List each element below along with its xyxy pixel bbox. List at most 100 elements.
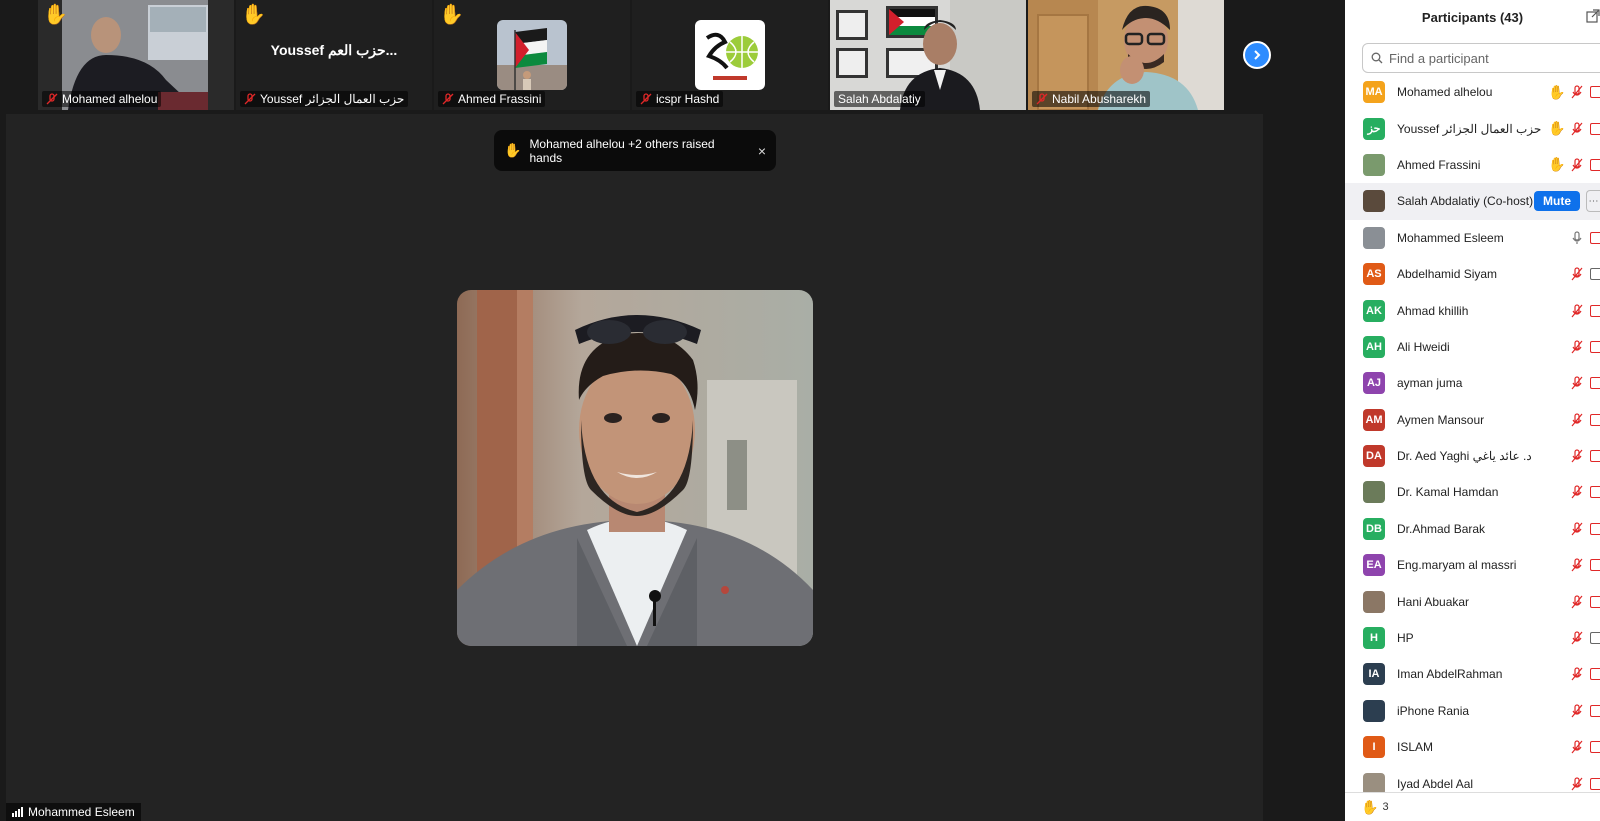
- participant-name: Eng.maryam al massri: [1397, 558, 1517, 573]
- mic-muted-icon: [1571, 631, 1583, 645]
- mic-muted-icon: [1571, 413, 1583, 427]
- participant-controls: [1570, 474, 1600, 510]
- video-off-icon: [1590, 704, 1600, 717]
- participant-name: Mohammed Esleem: [1397, 230, 1504, 245]
- next-page-button[interactable]: [1243, 41, 1271, 69]
- participant-controls: [1570, 693, 1600, 729]
- mute-button[interactable]: Mute: [1534, 191, 1580, 212]
- thumbnail-strip: ✋ Mohamed alhelou ✋ Youssef حزب العم... …: [38, 0, 1230, 110]
- avatar: AS: [1363, 263, 1385, 286]
- participant-row[interactable]: AH Ali Hweidi: [1345, 329, 1600, 365]
- video-off-icon: [1590, 86, 1600, 99]
- participant-row[interactable]: Dr. Kamal Hamdan: [1345, 474, 1600, 510]
- avatar: DA: [1363, 445, 1385, 468]
- mic-muted-icon: [1571, 740, 1583, 754]
- avatar: MA: [1363, 81, 1385, 104]
- avatar: [1363, 481, 1385, 504]
- participant-row[interactable]: EA Eng.maryam al massri: [1345, 547, 1600, 583]
- video-off-icon: [1590, 777, 1600, 790]
- participant-row[interactable]: Hani Abuakar: [1345, 583, 1600, 619]
- participant-list: MA Mohamed alhelou ✋ حز Youssef حزب العمال ا…: [1345, 74, 1600, 792]
- participant-controls: [1570, 656, 1600, 692]
- participant-name: Ahmed Frassini: [1397, 157, 1481, 172]
- participant-controls: Mute ⋯: [1534, 183, 1600, 219]
- avatar: [1363, 772, 1385, 792]
- participant-name: Aymen Mansour: [1397, 412, 1485, 427]
- participant-row[interactable]: MA Mohamed alhelou ✋: [1345, 74, 1600, 110]
- active-speaker-video: [457, 290, 813, 646]
- avatar: EA: [1363, 554, 1385, 577]
- flag-avatar: [497, 20, 567, 90]
- raised-hand-icon: ✋: [1548, 120, 1566, 137]
- participant-controls: [1570, 256, 1600, 292]
- raised-hand-icon: ✋: [1548, 156, 1566, 173]
- thumbnail-tile[interactable]: ✋ Ahmed Frassini: [434, 0, 630, 110]
- participant-name-tag: Nabil Abusharekh: [1032, 91, 1151, 107]
- avatar: AJ: [1363, 372, 1385, 395]
- thumbnail-tile[interactable]: Nabil Abusharekh: [1028, 0, 1224, 110]
- participant-name: iPhone Rania: [1397, 703, 1470, 718]
- thumbnail-tile[interactable]: Salah Abdalatiy: [830, 0, 1026, 110]
- panel-footer: ✋ 3: [1345, 792, 1600, 821]
- mic-muted-icon: [1571, 376, 1583, 390]
- video-off-icon: [1590, 340, 1600, 353]
- avatar: [1363, 190, 1385, 213]
- participant-row[interactable]: Ahmed Frassini ✋: [1345, 147, 1600, 183]
- more-options-button[interactable]: ⋯: [1586, 190, 1600, 213]
- mic-muted-icon: [1571, 121, 1583, 135]
- participant-controls: [1570, 511, 1600, 547]
- video-icon: [1590, 632, 1600, 645]
- participant-row[interactable]: حز Youssef حزب العمال الجزائر ✋: [1345, 110, 1600, 146]
- mic-muted-icon: [640, 93, 652, 105]
- raised-hands-toast[interactable]: ✋ Mohamed alhelou +2 others raised hands…: [494, 130, 776, 171]
- mic-muted-icon: [1571, 704, 1583, 718]
- participant-search-input[interactable]: Find a participant: [1362, 43, 1600, 73]
- avatar: IA: [1363, 663, 1385, 686]
- participant-row[interactable]: AK Ahmad khillih: [1345, 292, 1600, 328]
- thumbnail-tile[interactable]: ✋ Youssef حزب العم... Youssef حزب العمال…: [236, 0, 432, 110]
- video-off-icon: [1590, 122, 1600, 135]
- participant-controls: [1570, 547, 1600, 583]
- participant-row[interactable]: H HP: [1345, 620, 1600, 656]
- video-off-icon: [1590, 522, 1600, 535]
- participant-row[interactable]: Mohammed Esleem: [1345, 220, 1600, 256]
- participant-name: Iman AbdelRahman: [1397, 667, 1503, 682]
- participant-controls: [1570, 365, 1600, 401]
- thumbnail-tile[interactable]: ✋ Mohamed alhelou: [38, 0, 234, 110]
- mic-muted-icon: [1571, 777, 1583, 790]
- mic-muted-icon: [46, 93, 58, 105]
- panel-header: Participants (43): [1345, 0, 1600, 34]
- participant-row[interactable]: DA Dr. Aed Yaghi د. عائد ياغي: [1345, 438, 1600, 474]
- participant-row[interactable]: DB Dr.Ahmad Barak: [1345, 511, 1600, 547]
- participant-display-name: Youssef حزب العم...: [270, 42, 398, 58]
- participant-row[interactable]: Iyad Abdel Aal: [1345, 765, 1600, 792]
- thumbnail-tile[interactable]: icspr Hashd: [632, 0, 828, 110]
- participant-controls: ✋: [1548, 147, 1600, 183]
- participant-controls: [1570, 729, 1600, 765]
- participant-row[interactable]: iPhone Rania: [1345, 693, 1600, 729]
- mic-muted-icon: [1571, 558, 1583, 572]
- mic-muted-icon: [1571, 522, 1583, 536]
- avatar: [1363, 699, 1385, 722]
- active-speaker-name-tag: Mohammed Esleem: [6, 803, 141, 821]
- participant-row[interactable]: I ISLAM: [1345, 729, 1600, 765]
- participant-row[interactable]: Salah Abdalatiy (Co-host) Mute ⋯: [1345, 183, 1600, 220]
- participant-row[interactable]: AS Abdelhamid Siyam: [1345, 256, 1600, 292]
- meeting-stage: ✋ Mohamed alhelou ✋ Youssef حزب العم... …: [0, 0, 1345, 821]
- connection-signal-icon: [12, 807, 23, 817]
- avatar: AK: [1363, 299, 1385, 322]
- participant-row[interactable]: IA Iman AbdelRahman: [1345, 656, 1600, 692]
- avatar: حز: [1363, 117, 1385, 140]
- popout-icon[interactable]: [1586, 9, 1600, 23]
- video-off-icon: [1590, 595, 1600, 608]
- close-icon[interactable]: ×: [758, 143, 766, 159]
- chevron-right-icon: [1254, 50, 1261, 60]
- raised-hand-icon: ✋: [504, 142, 522, 158]
- participant-controls: [1570, 402, 1600, 438]
- raised-hands-count: 3: [1382, 801, 1389, 813]
- video-icon: [1590, 268, 1600, 281]
- avatar: AM: [1363, 408, 1385, 431]
- participant-row[interactable]: AM Aymen Mansour: [1345, 402, 1600, 438]
- mic-muted-icon: [1036, 93, 1048, 105]
- participant-row[interactable]: AJ ayman juma: [1345, 365, 1600, 401]
